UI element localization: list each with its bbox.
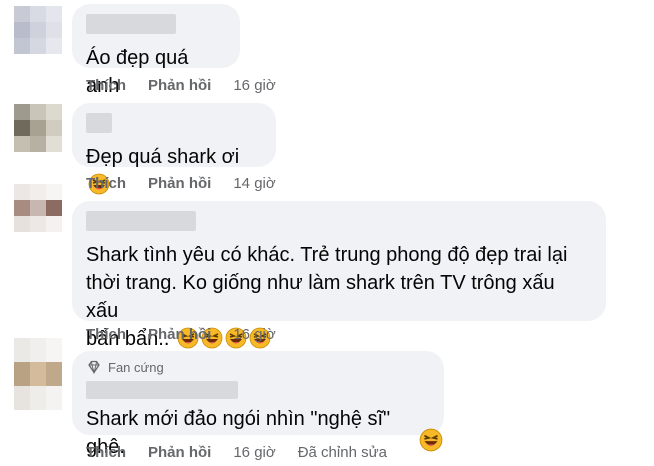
- comment-actions: Thích Phản hồi 16 giờ: [86, 77, 298, 94]
- top-fan-badge: Fan cứng: [86, 359, 430, 375]
- badge-label: Fan cứng: [108, 359, 164, 375]
- like-button[interactable]: Thích: [86, 175, 126, 192]
- comment-time[interactable]: 16 giờ: [233, 77, 275, 94]
- like-button[interactable]: Thích: [86, 326, 126, 343]
- avatar[interactable]: [14, 104, 62, 152]
- reply-button[interactable]: Phản hồi: [148, 444, 211, 461]
- comment-actions: Thích Phản hồi 16 giờ Đã chỉnh sửa: [86, 444, 387, 461]
- avatar[interactable]: [14, 6, 62, 54]
- comment-bubble: Áo đẹp quá anh: [72, 4, 240, 97]
- commenter-name[interactable]: [86, 381, 238, 399]
- comment-actions: Thích Phản hồi 14 giờ: [86, 175, 298, 192]
- laughing-face-icon: [419, 428, 443, 452]
- comment-time[interactable]: 16 giờ: [233, 326, 275, 343]
- commenter-name[interactable]: [86, 211, 196, 231]
- comment-text-line: thời trang. Ko giống như làm shark trên …: [86, 272, 555, 322]
- comment-text-line: Shark tình yêu có khác. Trẻ trung phong …: [86, 244, 568, 266]
- commenter-name[interactable]: [86, 113, 112, 133]
- comment-bubble: Shark tình yêu có khác. Trẻ trung phong …: [72, 201, 606, 350]
- avatar[interactable]: [14, 184, 62, 232]
- comment-time[interactable]: 16 giờ: [233, 444, 275, 461]
- reply-button[interactable]: Phản hồi: [148, 77, 211, 94]
- comment-bubble: Đẹp quá shark ơi: [72, 103, 276, 195]
- commenter-name[interactable]: [86, 14, 176, 34]
- like-button[interactable]: Thích: [86, 444, 126, 461]
- reply-button[interactable]: Phản hồi: [148, 326, 211, 343]
- edited-label[interactable]: Đã chỉnh sửa: [298, 444, 387, 461]
- diamond-icon: [88, 360, 100, 375]
- comment-actions: Thích Phản hồi 16 giờ: [86, 326, 298, 343]
- like-button[interactable]: Thích: [86, 77, 126, 94]
- comment-bubble: Fan cứng Shark mới đảo ngói nhìn "nghệ s…: [72, 351, 444, 458]
- reply-button[interactable]: Phản hồi: [148, 175, 211, 192]
- avatar[interactable]: [14, 338, 62, 410]
- comment-text: Đẹp quá shark ơi: [86, 146, 240, 168]
- comment-time[interactable]: 14 giờ: [233, 175, 275, 192]
